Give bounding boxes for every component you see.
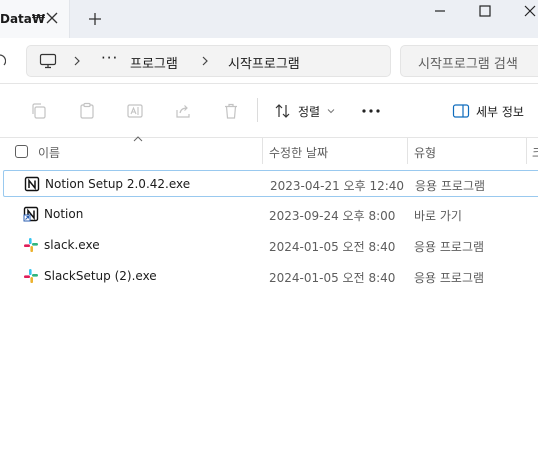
breadcrumb-item-startup[interactable]: 시작프로그램	[228, 53, 300, 72]
file-name: SlackSetup (2).exe	[44, 269, 157, 283]
breadcrumb-overflow[interactable]: ···	[101, 49, 118, 67]
close-icon[interactable]	[43, 9, 61, 27]
file-type: 바로 가기	[414, 209, 462, 223]
select-all-checkbox[interactable]	[15, 145, 28, 158]
command-bar: 정렬 세부 정보	[0, 84, 538, 138]
breadcrumb-item-program[interactable]: 프로그램	[130, 53, 178, 72]
details-pane-icon	[452, 104, 470, 118]
file-row[interactable]: SlackSetup (2).exe 2024-01-05 오전 8:40 응용…	[3, 263, 538, 290]
file-type: 응용 프로그램	[415, 179, 486, 193]
breadcrumb[interactable]: ··· 프로그램 시작프로그램	[26, 45, 391, 77]
file-modified: 2023-04-21 오후 12:40	[270, 179, 405, 193]
column-name[interactable]: 이름	[38, 144, 60, 161]
column-modified[interactable]: 수정한 날짜	[269, 144, 328, 161]
file-row[interactable]: slack.exe 2024-01-05 오전 8:40 응용 프로그램	[3, 232, 538, 259]
column-divider[interactable]	[262, 138, 263, 164]
file-type: 응용 프로그램	[414, 240, 485, 254]
search-input[interactable]: 시작프로그램 검색	[400, 45, 538, 77]
plus-icon[interactable]	[86, 10, 104, 28]
file-name: Notion	[44, 207, 84, 221]
chevron-down-icon	[327, 109, 335, 114]
paste-icon[interactable]	[78, 102, 96, 120]
sort-label: 정렬	[298, 105, 321, 119]
column-type[interactable]: 유형	[414, 144, 436, 161]
sort-icon	[275, 104, 290, 118]
file-modified: 2024-01-05 오전 8:40	[269, 271, 396, 285]
tab-current[interactable]: Data₩	[0, 0, 70, 38]
title-bar: Data₩	[0, 0, 538, 38]
share-icon[interactable]	[174, 102, 192, 120]
slack-icon	[24, 238, 38, 252]
column-divider[interactable]	[407, 138, 408, 164]
close-icon[interactable]	[522, 3, 538, 19]
column-header: 이름 수정한 날짜 유형 크	[0, 136, 538, 166]
file-row[interactable]: Notion 2023-09-24 오후 8:00 바로 가기	[3, 201, 538, 228]
chevron-up-icon	[133, 136, 143, 142]
notion-shortcut-icon	[23, 206, 39, 222]
notion-icon	[24, 176, 40, 192]
delete-icon[interactable]	[222, 102, 240, 120]
file-type: 응용 프로그램	[414, 271, 485, 285]
file-name: slack.exe	[44, 238, 100, 252]
file-modified: 2024-01-05 오전 8:40	[269, 240, 396, 254]
rename-icon[interactable]	[126, 102, 144, 120]
file-name: Notion Setup 2.0.42.exe	[45, 177, 191, 191]
maximize-icon[interactable]	[477, 3, 493, 19]
chevron-right-icon[interactable]	[71, 54, 83, 68]
search-placeholder: 시작프로그램 검색	[418, 57, 518, 72]
copy-icon[interactable]	[30, 102, 48, 120]
slack-icon	[24, 269, 38, 283]
tab-title: Data₩	[0, 12, 46, 26]
minimize-icon[interactable]	[432, 3, 448, 19]
refresh-icon[interactable]	[0, 53, 6, 67]
column-size[interactable]: 크	[532, 144, 538, 161]
file-modified: 2023-09-24 오후 8:00	[269, 209, 396, 223]
more-options-button[interactable]	[358, 98, 384, 124]
chevron-right-icon[interactable]	[199, 54, 211, 68]
address-bar: ··· 프로그램 시작프로그램 시작프로그램 검색	[0, 38, 538, 83]
more-icon	[362, 109, 380, 113]
computer-icon[interactable]	[39, 53, 57, 69]
file-row[interactable]: Notion Setup 2.0.42.exe 2023-04-21 오후 12…	[3, 170, 538, 197]
sort-button[interactable]: 정렬	[268, 98, 340, 124]
column-divider[interactable]	[526, 138, 527, 164]
details-pane-button[interactable]: 세부 정보	[446, 98, 538, 124]
toolbar-divider	[257, 98, 258, 122]
details-label: 세부 정보	[476, 105, 524, 119]
